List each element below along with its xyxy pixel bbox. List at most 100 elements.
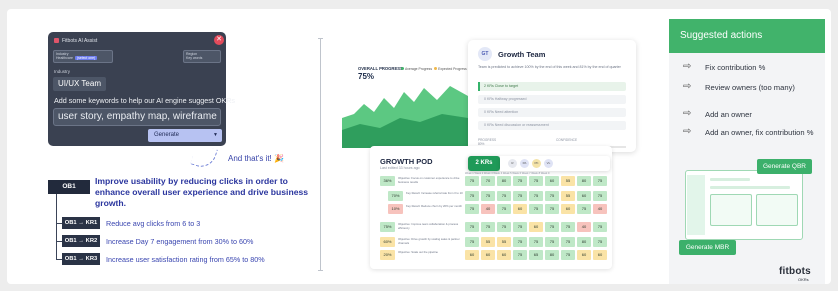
region-field[interactable]: Region Key words: [183, 50, 221, 63]
week-score-cell[interactable]: 75: [593, 237, 607, 247]
week-score-cell[interactable]: 75: [593, 191, 607, 201]
avatar[interactable]: PA: [520, 159, 529, 168]
week-score-cell[interactable]: 65: [529, 250, 543, 260]
suggestion-item[interactable]: Add an owner, fix contribution %: [705, 128, 815, 138]
pod-table-row[interactable]: 36% Objective: Focus on customer experien…: [380, 176, 610, 187]
kr2-badge[interactable]: OB1 → KR2: [62, 235, 100, 247]
week-score-cell[interactable]: 55: [497, 237, 511, 247]
avatar[interactable]: R: [508, 159, 517, 168]
pod-table-row[interactable]: 70% Key Result: Increase referral rate fr…: [388, 191, 618, 202]
week-score-cell[interactable]: 75: [465, 191, 479, 201]
week-score-cell[interactable]: 80: [497, 176, 511, 186]
week-score-cell[interactable]: 75: [545, 204, 559, 214]
pod-table-row[interactable]: 60% Objective: Drive growth by scaling sa…: [380, 237, 610, 248]
row-percent-badge: 20%: [380, 250, 395, 260]
progress-label: PROGRESS 80%: [478, 138, 496, 146]
row-label: Objective: Focus on customer experience …: [398, 176, 460, 184]
week-score-cell[interactable]: 80: [577, 176, 591, 186]
close-icon[interactable]: ✕: [214, 35, 224, 45]
team-description: Team is predicted to achieve 100% by the…: [478, 65, 621, 69]
week-score-cell[interactable]: 75: [465, 237, 479, 247]
suggested-actions-title: Suggested actions: [669, 19, 825, 53]
week-score-cell[interactable]: 75: [513, 222, 527, 232]
suggestion-item[interactable]: Fix contribution %: [705, 63, 815, 73]
week-score-cell[interactable]: 55: [481, 237, 495, 247]
kr-status-row[interactable]: 0 KRs Halfway progressed: [478, 95, 626, 104]
week-score-cell[interactable]: 75: [529, 191, 543, 201]
suggestion-item[interactable]: Add an owner: [705, 110, 815, 120]
kr1-badge[interactable]: OB1 → KR1: [62, 217, 100, 229]
objective-title: Improve usability by reducing clicks in …: [95, 176, 309, 208]
week-score-cell[interactable]: 75: [465, 222, 479, 232]
week-score-cell[interactable]: 75: [529, 237, 543, 247]
week-score-cell[interactable]: 75: [545, 191, 559, 201]
week-score-cell[interactable]: 75: [481, 191, 495, 201]
week-score-cell[interactable]: 40: [481, 204, 495, 214]
week-score-cell[interactable]: 75: [481, 222, 495, 232]
kr-status-row[interactable]: 2 KRs Close to target: [478, 82, 626, 91]
industry-select-value: Healthcare: [56, 56, 73, 60]
kr-status-row[interactable]: 0 KRs Need discussion or reassessment: [478, 121, 626, 130]
keywords-hint: Add some keywords to help our AI engine …: [54, 96, 235, 105]
week-score-cell[interactable]: 40: [577, 222, 591, 232]
week-score-cell[interactable]: 75: [513, 191, 527, 201]
week-score-cell[interactable]: 75: [513, 176, 527, 186]
pod-table-row[interactable]: 20% Objective: Scale out the pipeline 60 60…: [380, 250, 610, 261]
suggestion-item[interactable]: Review owners (too many): [705, 83, 815, 93]
week-score-cell[interactable]: 75: [561, 237, 575, 247]
objective-id-badge[interactable]: OB1: [48, 180, 90, 194]
week-score-cell[interactable]: 75: [529, 176, 543, 186]
week-score-cell[interactable]: 60: [577, 191, 591, 201]
week-score-cell[interactable]: 60: [529, 222, 543, 232]
keywords-input[interactable]: user story, empathy map, wireframe: [53, 108, 221, 126]
week-score-cell[interactable]: 60: [577, 250, 591, 260]
kr-status-label: 2 KRs Close to target: [484, 84, 519, 88]
generate-button[interactable]: Generate ▼: [148, 129, 222, 142]
week-score-cell[interactable]: 75: [497, 191, 511, 201]
week-score-cell[interactable]: 80: [577, 237, 591, 247]
krs-button[interactable]: 2 KRs: [468, 156, 500, 171]
pod-table-row[interactable]: 75% Objective: Improve team collaboration…: [380, 222, 610, 233]
kr1-text: Reduce avg clicks from 6 to 3: [106, 219, 201, 228]
week-score-cell[interactable]: 75: [513, 250, 527, 260]
week-score-cell[interactable]: 60: [593, 250, 607, 260]
row-percent-badge: 36%: [380, 176, 395, 186]
week-score-cell[interactable]: 60: [545, 176, 559, 186]
week-score-cell[interactable]: 75: [497, 222, 511, 232]
week-score-cell[interactable]: 80: [545, 250, 559, 260]
week-score-cell[interactable]: 75: [545, 237, 559, 247]
avatar[interactable]: PK: [532, 159, 541, 168]
week-score-cell[interactable]: 75: [513, 237, 527, 247]
week-score-cell[interactable]: 60: [513, 204, 527, 214]
week-score-cell[interactable]: 40: [593, 204, 607, 214]
week-score-cell[interactable]: 55: [561, 191, 575, 201]
week-score-cell[interactable]: 75: [577, 204, 591, 214]
week-score-cell[interactable]: 75: [545, 222, 559, 232]
pod-table-row[interactable]: 10% Key Result: Reduce churn by 20% per m…: [388, 204, 618, 215]
week-score-cell[interactable]: 75: [561, 250, 575, 260]
week-score-cell[interactable]: 60: [497, 250, 511, 260]
week-score-cell[interactable]: 75: [593, 222, 607, 232]
week-score-cell[interactable]: 75: [465, 176, 479, 186]
week-score-cell[interactable]: 60: [561, 204, 575, 214]
week-score-cell[interactable]: 75: [497, 204, 511, 214]
generate-mbr-button[interactable]: Generate MBR: [679, 240, 736, 255]
team-chip[interactable]: UI/UX Team: [53, 77, 106, 91]
week-score-cell[interactable]: 55: [561, 176, 575, 186]
week-score-cell[interactable]: 75: [593, 176, 607, 186]
thats-it-label: And that's it!: [228, 154, 272, 163]
avatar[interactable]: VL: [544, 159, 553, 168]
week-score-cell[interactable]: 75: [561, 222, 575, 232]
generate-qbr-button[interactable]: Generate QBR: [757, 159, 812, 174]
divider-cap-bottom: [318, 270, 323, 271]
week-score-cell[interactable]: 70: [481, 176, 495, 186]
week-score-cell[interactable]: 60: [481, 250, 495, 260]
kr-status-row[interactable]: 0 KRs Need attention: [478, 108, 626, 117]
week-score-cell[interactable]: 75: [529, 204, 543, 214]
report-preview-block: [756, 194, 798, 226]
industry-select[interactable]: Industry Healthcare (select one): [53, 50, 113, 63]
arrow-right-icon: ⇨: [683, 61, 692, 72]
week-score-cell[interactable]: 60: [465, 250, 479, 260]
kr3-badge[interactable]: OB1 → KR3: [62, 253, 100, 265]
week-score-cell[interactable]: 75: [465, 204, 479, 214]
